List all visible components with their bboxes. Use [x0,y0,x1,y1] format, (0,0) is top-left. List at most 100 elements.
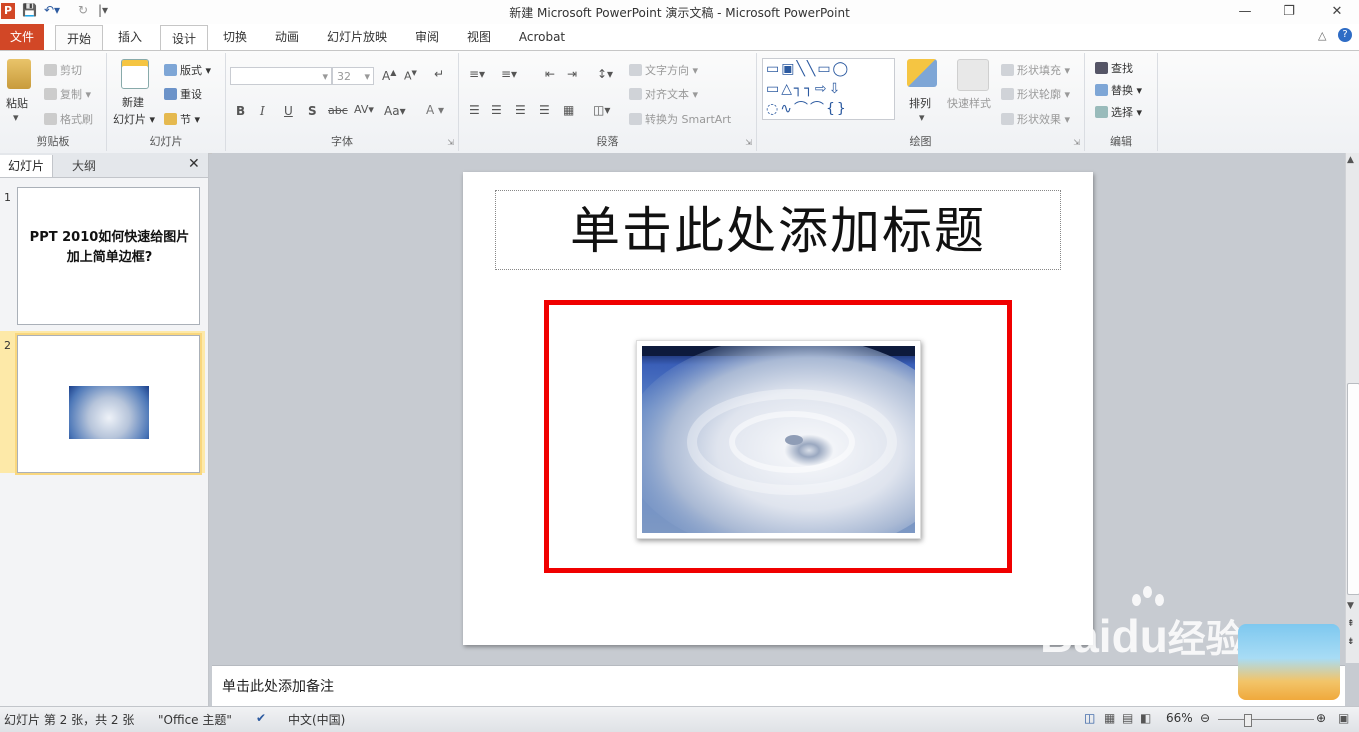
language[interactable]: 中文(中国) [288,711,345,728]
reset-icon [164,88,177,100]
increase-indent-icon[interactable]: ⇥ [567,67,577,81]
chevron-down-icon: ▾ [364,70,370,83]
clear-format-icon[interactable]: ↵ [434,67,444,81]
grow-font-icon[interactable]: A▲ [382,68,396,83]
shrink-font-icon[interactable]: A▼ [404,69,417,83]
shadow-icon[interactable]: S [308,104,317,118]
cut-button[interactable]: 剪切 [44,62,82,78]
shapes-gallery[interactable]: ▭▣╲╲▭◯ ▭△┐┐⇨⇩ ◌∿⌒⌒{} [762,58,895,120]
align-center-icon[interactable]: ☰ [491,103,502,117]
shape-effects-button[interactable]: 形状效果 ▾ [1001,111,1070,127]
maximize-button[interactable]: ❐ [1274,2,1304,22]
numbering-icon[interactable]: ≡▾ [501,67,517,81]
collapse-ribbon-icon[interactable]: △ [1318,29,1326,42]
reading-view-icon[interactable]: ▤ [1122,711,1133,725]
thumb-number: 1 [4,191,11,204]
dialog-launcher-icon[interactable]: ⇲ [745,138,752,147]
help-icon[interactable]: ? [1338,28,1352,42]
shape-fill-button[interactable]: 形状填充 ▾ [1001,62,1070,78]
tab-slides-pane[interactable]: 幻灯片 [0,155,53,177]
zoom-slider[interactable] [1218,719,1314,720]
section-button[interactable]: 节 ▾ [164,111,200,127]
close-button[interactable]: ✕ [1322,2,1352,22]
shape-outline-button[interactable]: 形状轮廓 ▾ [1001,86,1070,102]
select-button[interactable]: 选择 ▾ [1095,104,1142,120]
normal-view-icon[interactable]: ◫ [1084,711,1095,725]
arrange-icon[interactable] [907,59,937,87]
distributed-icon[interactable]: ▦ [563,103,574,117]
dialog-launcher-icon[interactable]: ⇲ [447,138,454,147]
slide-thumbnail-1[interactable]: PPT 2010如何快速给图片加上简单边框? [17,187,200,325]
slideshow-view-icon[interactable]: ◧ [1140,711,1151,725]
minimize-button[interactable]: — [1230,2,1260,22]
vertical-scrollbar[interactable]: ▲ ▼ ⇞ ⇟ [1345,153,1359,663]
replace-button[interactable]: 替换 ▾ [1095,82,1142,98]
zoom-level[interactable]: 66% [1166,711,1193,725]
find-button[interactable]: 查找 [1095,60,1133,76]
layout-button[interactable]: 版式 ▾ [164,62,211,78]
arrange-dropdown-icon[interactable]: ▾ [919,111,925,124]
quick-styles-button[interactable]: 快速样式 [947,95,991,111]
slide-thumbnail-2[interactable] [17,335,200,473]
slide[interactable]: 单击此处添加标题 [463,172,1093,645]
tab-file[interactable]: 文件 [0,24,44,50]
arrange-button[interactable]: 排列 [909,95,931,111]
paste-button[interactable]: 粘贴 [6,95,28,111]
new-slide-icon[interactable] [121,59,149,89]
spellcheck-icon[interactable]: ✔ [256,711,266,725]
font-name-combo[interactable]: ▾ [230,67,332,85]
quick-styles-icon[interactable] [957,59,989,91]
change-case-icon[interactable]: Aa▾ [384,104,406,118]
scrollbar-thumb[interactable] [1347,383,1359,595]
previous-slide-icon[interactable]: ⇞ [1347,619,1355,629]
tab-slideshow[interactable]: 幻灯片放映 [320,24,394,50]
slide-thumbnail-pane: 幻灯片 大纲 ✕ 1 PPT 2010如何快速给图片加上简单边框? 2 [0,153,209,706]
tab-home[interactable]: 开始 [55,25,103,51]
scroll-up-icon[interactable]: ▲ [1347,155,1354,165]
tab-animations[interactable]: 动画 [266,24,308,50]
tab-review[interactable]: 审阅 [406,24,448,50]
dialog-launcher-icon[interactable]: ⇲ [1073,138,1080,147]
strikethrough-icon[interactable]: abc [328,104,348,117]
scroll-down-icon[interactable]: ▼ [1347,601,1354,611]
slide-sorter-icon[interactable]: ▦ [1104,711,1115,725]
align-left-icon[interactable]: ☰ [469,103,480,117]
smartart-button[interactable]: 转换为 SmartArt [629,111,731,127]
fit-to-window-icon[interactable]: ▣ [1338,711,1349,725]
new-slide-button[interactable]: 幻灯片 ▾ [113,111,155,127]
hurricane-picture[interactable] [636,340,921,539]
align-right-icon[interactable]: ☰ [515,103,526,117]
copy-button[interactable]: 复制 ▾ [44,86,91,102]
new-slide-label[interactable]: 新建 [122,94,144,110]
underline-icon[interactable]: U [284,104,293,118]
tab-acrobat[interactable]: Acrobat [512,24,572,50]
zoom-slider-thumb[interactable] [1244,714,1252,727]
bullets-icon[interactable]: ≡▾ [469,67,485,81]
bold-icon[interactable]: B [236,104,245,118]
text-direction-button[interactable]: 文字方向 ▾ [629,62,698,78]
decrease-indent-icon[interactable]: ⇤ [545,67,555,81]
paste-dropdown-icon[interactable]: ▾ [13,111,19,124]
font-size-combo[interactable]: 32 ▾ [332,67,374,85]
align-text-button[interactable]: 对齐文本 ▾ [629,86,698,102]
close-icon[interactable]: ✕ [188,156,200,172]
paste-icon[interactable] [7,59,31,89]
justify-icon[interactable]: ☰ [539,103,550,117]
char-spacing-icon[interactable]: AV▾ [354,103,374,116]
italic-icon[interactable]: I [260,104,265,118]
tab-view[interactable]: 视图 [458,24,500,50]
tab-insert[interactable]: 插入 [110,24,150,50]
tab-outline-pane[interactable]: 大纲 [56,155,112,177]
next-slide-icon[interactable]: ⇟ [1347,637,1355,647]
columns-icon[interactable]: ◫▾ [593,103,610,117]
line-spacing-icon[interactable]: ↕▾ [597,67,613,81]
tab-transitions[interactable]: 切换 [214,24,256,50]
title-placeholder[interactable]: 单击此处添加标题 [495,190,1061,270]
reset-button[interactable]: 重设 [164,86,202,102]
format-painter-button[interactable]: 格式刷 [44,111,93,127]
zoom-out-icon[interactable]: ⊖ [1200,711,1210,725]
tab-design[interactable]: 设计 [160,25,208,51]
theme-name[interactable]: "Office 主题" [158,711,232,728]
font-color-icon[interactable]: A ▾ [426,103,444,117]
zoom-in-icon[interactable]: ⊕ [1316,711,1326,725]
